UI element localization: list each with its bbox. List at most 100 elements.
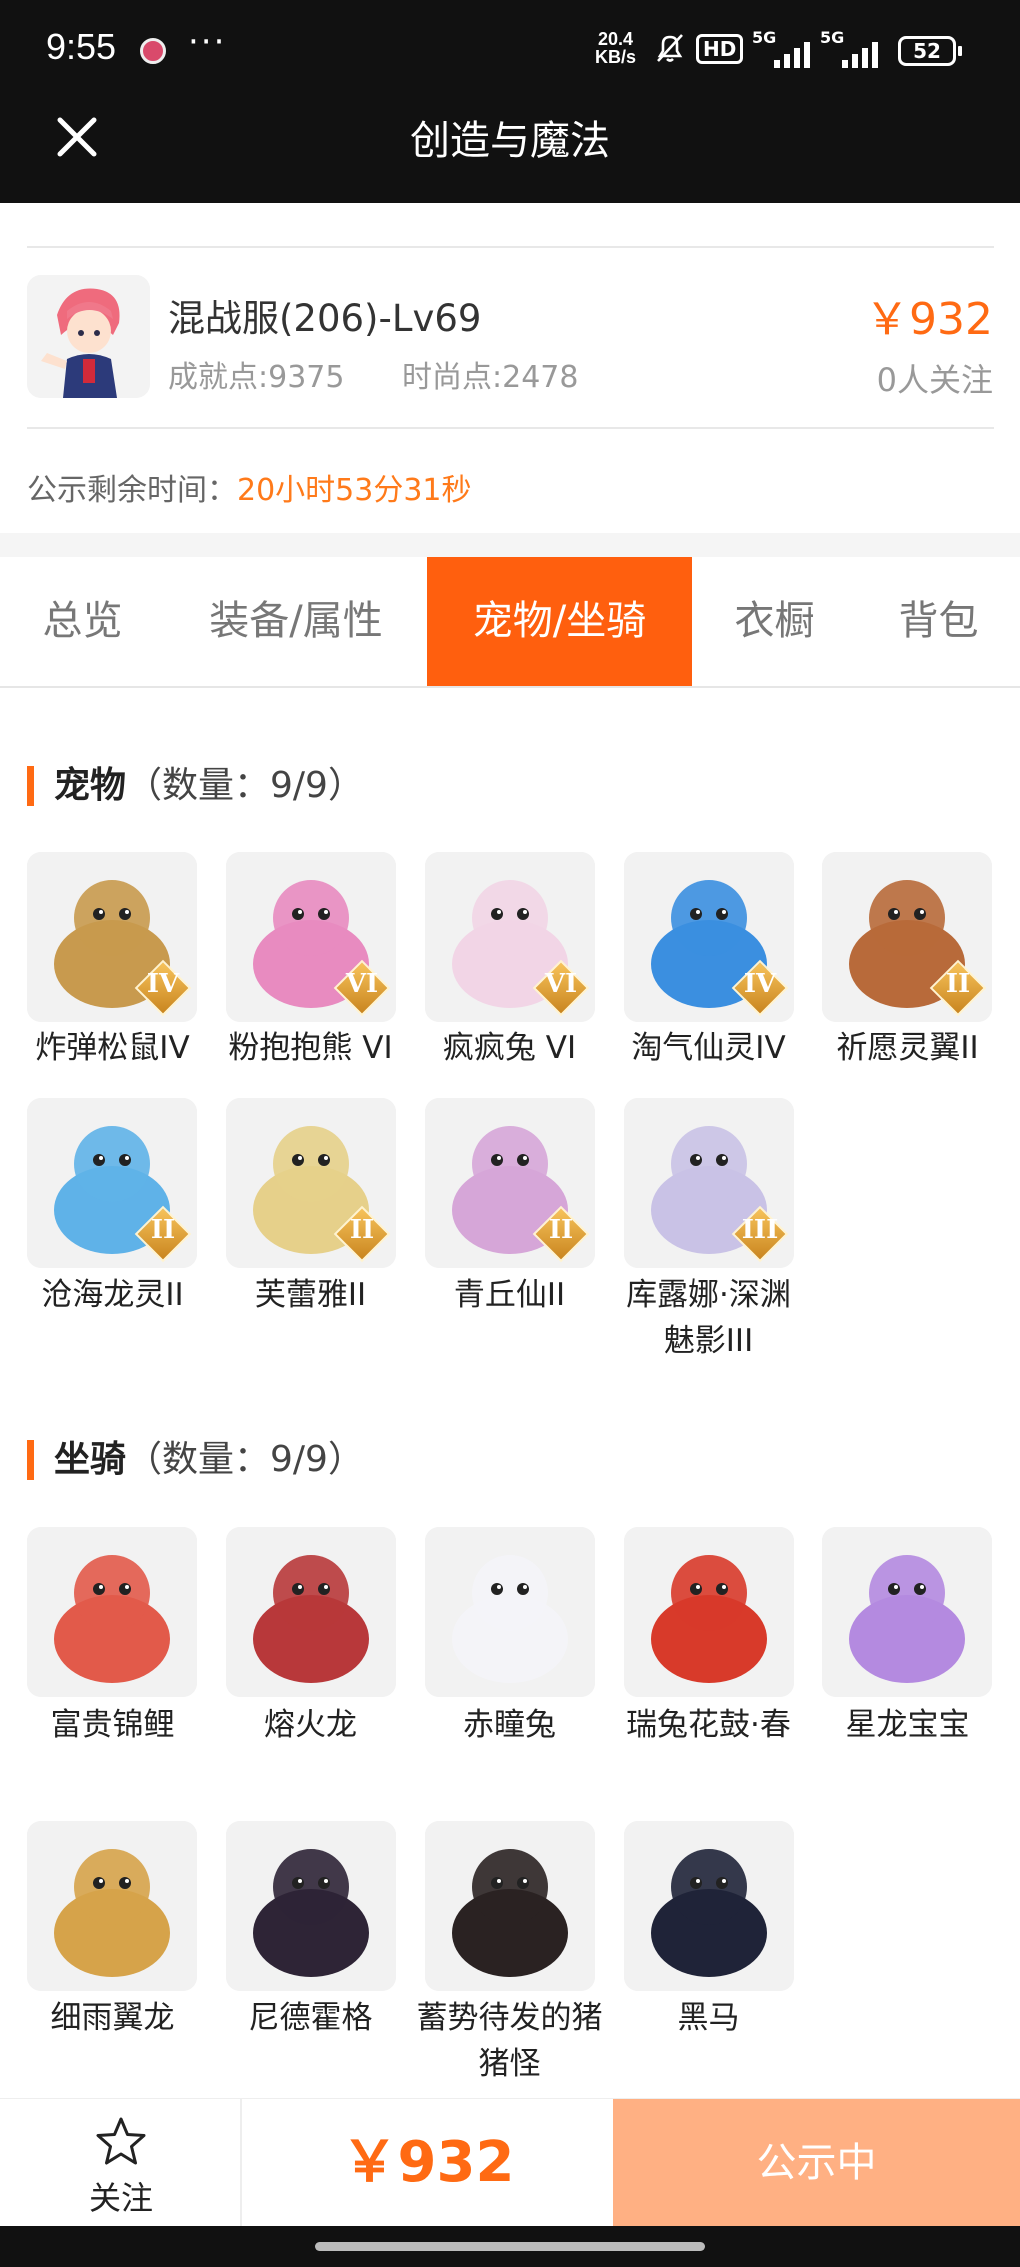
net-speed-value: 20.4 [597, 29, 634, 49]
status-time: 9:55 [46, 26, 117, 67]
follower-count: 0人关注 [876, 361, 993, 399]
countdown-value: 20小时53分31秒 [237, 473, 472, 508]
mount-name: 蓄势待发的猪猪怪 [416, 2000, 603, 2082]
tab-backpack[interactable]: 背包 [857, 557, 1020, 686]
tier-label: II [349, 1215, 375, 1245]
signal-bars-icon [842, 42, 878, 68]
fashion-points: 时尚点:2478 [402, 360, 579, 395]
pet-tile[interactable]: II [822, 852, 992, 1022]
tier-label: III [741, 1215, 779, 1245]
mounts-section-title: 坐骑（数量：9/9） [27, 1440, 364, 1480]
tier-badge: IV [134, 959, 192, 1017]
pet-name: 疯疯兔 VI [442, 1030, 577, 1066]
signal-bars-icon [774, 42, 810, 68]
mounts-title: 坐骑 [54, 1439, 127, 1480]
pet-tile[interactable]: II [425, 1098, 595, 1268]
tier-label: IV [146, 969, 180, 999]
tier-label: IV [743, 969, 777, 999]
divider [27, 427, 994, 429]
section-gap [0, 533, 1020, 557]
star-icon [96, 2117, 146, 2165]
mount-image [624, 1527, 794, 1697]
mount-tile[interactable] [425, 1527, 595, 1697]
bottom-action-bar: 关注 ￥932 公示中 [0, 2098, 1020, 2227]
pet-name: 库露娜·深渊魅影III [626, 1277, 791, 1359]
pet-tile[interactable]: IV [27, 852, 197, 1022]
tier-label: II [548, 1215, 574, 1245]
mount-image [226, 1527, 396, 1697]
network-speed: 20.4 KB/s [595, 30, 636, 66]
tab-wardrobe[interactable]: 衣橱 [692, 557, 857, 686]
tier-badge: IV [731, 959, 789, 1017]
mount-name: 星龙宝宝 [845, 1707, 970, 1743]
pet-name: 祈愿灵翼II [836, 1030, 979, 1066]
mount-image [624, 1821, 794, 1991]
pets-title: 宠物 [54, 765, 127, 806]
server-level-title: 混战服(206)-Lv69 [168, 297, 482, 340]
mute-bell-icon [657, 34, 683, 62]
pet-tile[interactable]: VI [425, 852, 595, 1022]
mount-name: 富贵锦鲤 [50, 1707, 175, 1743]
mount-tile[interactable] [27, 1821, 197, 1991]
follow-button[interactable]: 关注 [0, 2099, 242, 2227]
mount-name: 瑞兔花鼓·春 [626, 1707, 791, 1743]
mount-image [27, 1527, 197, 1697]
tier-label: II [945, 969, 971, 999]
achievement-points: 成就点:9375 [168, 360, 345, 395]
hd-badge: HD [696, 34, 744, 64]
tier-badge: II [929, 959, 987, 1017]
mount-image [425, 1821, 595, 1991]
publicity-status-button[interactable]: 公示中 [613, 2099, 1020, 2227]
net-speed-unit: KB/s [595, 47, 637, 67]
pet-tile[interactable]: III [624, 1098, 794, 1268]
mount-image [226, 1821, 396, 1991]
signal-5g-1: 5G [752, 28, 822, 68]
pet-name: 炸弹松鼠IV [35, 1030, 190, 1066]
pet-tile[interactable]: VI [226, 852, 396, 1022]
pets-section-title: 宠物（数量：9/9） [27, 766, 364, 806]
app-notification-icon [140, 38, 166, 64]
mount-name: 细雨翼龙 [50, 2000, 175, 2036]
pet-name: 淘气仙灵IV [631, 1030, 786, 1066]
tier-badge: III [731, 1205, 789, 1263]
tier-badge: VI [333, 959, 391, 1017]
tier-label: VI [544, 969, 578, 999]
pet-tile[interactable]: II [27, 1098, 197, 1268]
tier-label: VI [345, 969, 379, 999]
tab-pets-mounts[interactable]: 宠物/坐骑 [427, 557, 692, 686]
mount-tile[interactable] [27, 1527, 197, 1697]
status-bar: 9:55 ··· 20.4 KB/s HD 5G 5G 52 [0, 0, 1020, 100]
mount-name: 尼德霍格 [248, 2000, 373, 2036]
mount-image [822, 1527, 992, 1697]
mount-tile[interactable] [226, 1821, 396, 1991]
home-indicator[interactable] [315, 2242, 705, 2251]
mounts-count: （数量：9/9） [126, 1439, 364, 1480]
mount-image [425, 1527, 595, 1697]
mount-tile[interactable] [425, 1821, 595, 1991]
pet-name: 粉抱抱熊 VI [228, 1030, 393, 1066]
page-title: 创造与魔法 [410, 118, 610, 164]
mount-name: 熔火龙 [264, 1707, 357, 1743]
follow-label: 关注 [88, 2179, 153, 2217]
divider [27, 246, 994, 248]
pet-tile[interactable]: IV [624, 852, 794, 1022]
pet-tile[interactable]: II [226, 1098, 396, 1268]
tier-badge: II [532, 1205, 590, 1263]
tier-badge: II [134, 1205, 192, 1263]
mount-tile[interactable] [624, 1527, 794, 1697]
tier-label: II [150, 1215, 176, 1245]
mount-tile[interactable] [822, 1527, 992, 1697]
tab-bar: 总览 装备/属性 宠物/坐骑 衣橱 背包 [0, 557, 1020, 688]
character-portrait-image [27, 275, 150, 398]
more-dots-icon: ··· [188, 22, 227, 62]
mount-tile[interactable] [226, 1527, 396, 1697]
tab-overview[interactable]: 总览 [0, 557, 165, 686]
tier-badge: II [333, 1205, 391, 1263]
pet-name: 芙蕾雅II [254, 1277, 367, 1313]
mount-tile[interactable] [624, 1821, 794, 1991]
countdown: 公示剩余时间：20小时53分31秒 [27, 465, 472, 509]
tab-equipment[interactable]: 装备/属性 [165, 557, 427, 686]
character-avatar [27, 275, 150, 398]
pets-count: （数量：9/9） [126, 765, 364, 806]
signal-5g-2: 5G [820, 28, 890, 68]
